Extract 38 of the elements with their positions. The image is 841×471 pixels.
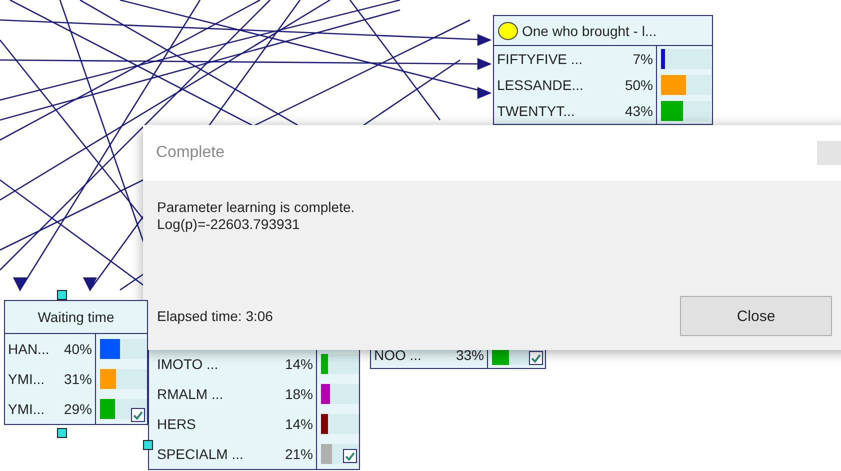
state-percent: 29% [62, 401, 93, 417]
state-percent: 14% [284, 356, 314, 372]
state-label: RMALM ... [156, 386, 224, 402]
state-label: LESSANDE... [496, 77, 584, 93]
connector-handle[interactable] [143, 440, 153, 450]
state-percent: 40% [62, 341, 93, 357]
state-percent: 7% [632, 51, 654, 67]
state-percent: 14% [284, 416, 314, 432]
elapsed-time-text: Elapsed time: 3:06 [157, 308, 273, 324]
connector-handle[interactable] [57, 290, 67, 300]
node-title: Waiting time [38, 309, 114, 325]
state-label: HERS [156, 416, 197, 432]
state-label: YMI... [7, 371, 46, 387]
state-label: HAN... [7, 341, 50, 357]
log-likelihood-text: Log(p)=-22603.793931 [157, 216, 301, 233]
state-label: IMOTO ... [156, 356, 220, 372]
state-percent: 50% [624, 77, 654, 93]
dialog-message: Parameter learning is complete. [157, 199, 356, 216]
node-title: One who brought - l... [522, 22, 657, 38]
close-button[interactable]: Close [680, 296, 832, 336]
state-percent: 31% [62, 371, 93, 387]
state-label: FIFTYFIVE ... [496, 51, 584, 67]
network-node[interactable]: IMOTO ... 14% RMALM ... 18% HERS 14% SPECIALM ... 21% [148, 348, 360, 470]
dialog-title: Complete [156, 144, 224, 162]
state-label: YMI... [7, 401, 46, 417]
node-checkbox[interactable] [529, 351, 543, 365]
state-percent: 18% [284, 386, 314, 402]
node-checkbox[interactable] [131, 408, 145, 422]
connector-handle[interactable] [57, 428, 67, 438]
state-percent: 21% [284, 446, 314, 462]
state-label: SPECIALM ... [156, 446, 244, 462]
network-node[interactable]: Waiting time HAN... 40% YMI... 31% YMI... 29% [4, 300, 148, 425]
state-percent: 43% [624, 103, 654, 119]
state-label: NOO ... [373, 346, 422, 362]
node-checkbox[interactable] [343, 449, 357, 463]
state-label: TWENTYT... [496, 103, 576, 119]
state-percent: 33% [454, 346, 485, 362]
network-node[interactable]: One who brought - l... FIFTYFIVE ... 7% LESSANDE... 50% TWENTYT... 43% [493, 15, 713, 125]
